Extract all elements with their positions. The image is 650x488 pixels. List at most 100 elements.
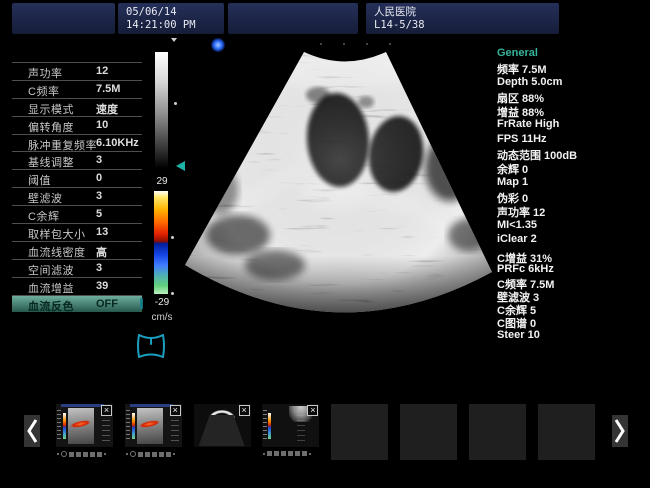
- param-value: 0: [96, 172, 102, 184]
- param-value: 3: [96, 262, 102, 274]
- thumb-colorbar: [63, 413, 66, 439]
- chevron-right-icon: [614, 418, 626, 444]
- graybar-marker-icon: [171, 38, 177, 45]
- thumb-us-area: [137, 408, 163, 444]
- param-row-steer-angle[interactable]: 偏转角度 10: [12, 116, 142, 134]
- hospital-name: 人民医院: [374, 6, 559, 19]
- param-value: 12: [96, 65, 108, 77]
- param-row-threshold[interactable]: 阈值 0: [12, 169, 142, 187]
- focus-marker-icon: [171, 236, 174, 239]
- info-line: MI<1.35: [497, 219, 649, 233]
- param-label: 空间滤波: [28, 262, 74, 278]
- param-row-flow-gain[interactable]: 血流增益 39: [12, 277, 142, 295]
- thumbnail-slot-empty: [400, 404, 457, 460]
- thumb-scale-marks: [57, 410, 61, 442]
- param-row-wall-filter[interactable]: 壁滤波 3: [12, 187, 142, 205]
- param-value: 3: [96, 190, 102, 202]
- param-label: 取样包大小: [28, 226, 86, 242]
- grayscale-bar: [155, 52, 168, 168]
- thumb-text-marks: [297, 410, 305, 444]
- info-line: C余辉 5: [497, 302, 649, 315]
- param-label: 血流反色: [28, 298, 74, 314]
- thumb-scale-marks: [263, 410, 267, 442]
- param-label: 显示模式: [28, 101, 74, 117]
- info-line: 声功率 12: [497, 204, 649, 218]
- probe-orientation-dot-icon: [211, 38, 225, 52]
- info-line: FrRate High: [497, 118, 649, 132]
- param-label: 血流增益: [28, 280, 74, 296]
- ultrasound-app-window: 05/06/14 14:21:00 PM 人民医院 L14-5/38 声功率 1…: [0, 0, 650, 488]
- info-line: 壁滤波 3: [497, 289, 649, 302]
- info-line: C频率 7.5M: [497, 276, 649, 289]
- thumbnail-caption-marks: [263, 451, 311, 456]
- info-line: C图谱 0: [497, 315, 649, 328]
- param-label: C频率: [28, 83, 59, 99]
- date-text: 05/06/14: [126, 6, 224, 19]
- topbar-hospital-box: 人民医院 L14-5/38: [366, 3, 559, 34]
- param-row-spatial-filter[interactable]: 空间滤波 3: [12, 259, 142, 277]
- info-line: iClear 2: [497, 233, 649, 247]
- param-row-c-frequency[interactable]: C频率 7.5M: [12, 80, 142, 98]
- thumb-colorbar: [132, 413, 135, 439]
- param-value: 3: [96, 154, 102, 166]
- param-row-baseline[interactable]: 基线调整 3: [12, 151, 142, 169]
- param-row-prf[interactable]: 脉冲重复频率 6.10KHz: [12, 134, 142, 152]
- thumbnails-next-button[interactable]: [612, 415, 628, 447]
- info-line: Depth 5.0cm: [497, 76, 649, 90]
- color-doppler-bar: [154, 191, 168, 294]
- velocity-max-label: 29: [148, 176, 176, 187]
- param-row-display-mode[interactable]: 显示模式 速度: [12, 98, 142, 116]
- param-label: 壁滤波: [28, 190, 63, 206]
- param-value: 速度: [96, 101, 118, 117]
- topbar-exam-box: [228, 3, 358, 34]
- image-info-panel: General 频率 7.5M Depth 5.0cm 扇区 88% 增益 88…: [497, 47, 649, 247]
- thumbnail-doppler-1[interactable]: ×: [56, 404, 113, 460]
- thumbnail-close-button[interactable]: ×: [239, 405, 250, 416]
- thumb-colorbar: [268, 413, 271, 439]
- body-mark-icon[interactable]: [135, 326, 167, 373]
- focus-dot-icon: [366, 43, 368, 45]
- topbar-patient-box: [12, 3, 115, 34]
- info-line: PRFc 6kHz: [497, 263, 649, 276]
- param-label: 血流线密度: [28, 244, 86, 260]
- thumbnail-bmode-dark[interactable]: ×: [194, 404, 251, 460]
- velocity-unit-label: cm/s: [148, 312, 176, 323]
- param-value: 13: [96, 226, 108, 238]
- thumbnail-partial[interactable]: ×: [262, 404, 319, 460]
- topbar-datetime-box: 05/06/14 14:21:00 PM: [118, 3, 224, 34]
- probe-model: L14-5/38: [374, 19, 559, 32]
- param-label: 基线调整: [28, 154, 74, 170]
- param-row-packet-size[interactable]: 取样包大小 13: [12, 223, 142, 241]
- thumb-doppler-flow: [138, 419, 160, 429]
- thumb-scale-marks: [126, 410, 130, 442]
- thumb-dark-sector: [199, 415, 245, 446]
- thumb-titlebar: [130, 404, 173, 407]
- velocity-min-label: -29: [148, 297, 176, 308]
- info-line: 伪彩 0: [497, 190, 649, 204]
- chevron-left-icon: [26, 418, 38, 444]
- thumbnail-close-button[interactable]: ×: [170, 405, 181, 416]
- color-info-panel: C增益 31% PRFc 6kHz C频率 7.5M 壁滤波 3 C余辉 5 C…: [497, 250, 649, 342]
- param-row-c-persistence[interactable]: C余辉 5: [12, 205, 142, 223]
- info-line: Map 1: [497, 176, 649, 190]
- param-value: OFF: [96, 298, 118, 310]
- ultrasound-image[interactable]: [180, 40, 500, 340]
- param-row-line-density[interactable]: 血流线密度 高: [12, 241, 142, 259]
- time-text: 14:21:00 PM: [126, 19, 224, 32]
- thumbnail-slot-empty: [469, 404, 526, 460]
- info-line: 动态范围 100dB: [497, 147, 649, 161]
- param-row-acoustic-power[interactable]: 声功率 12: [12, 62, 142, 80]
- preset-title: General: [497, 47, 649, 61]
- thumb-titlebar: [61, 404, 104, 407]
- info-line: C增益 31%: [497, 250, 649, 263]
- info-line: FPS 11Hz: [497, 133, 649, 147]
- param-label: 偏转角度: [28, 119, 74, 135]
- info-line: Steer 10: [497, 329, 649, 342]
- info-line: 增益 88%: [497, 104, 649, 118]
- param-row-flow-invert-selected[interactable]: 血流反色 OFF: [12, 295, 142, 313]
- thumbnail-close-button[interactable]: ×: [101, 405, 112, 416]
- param-label: C余辉: [28, 208, 59, 224]
- thumbnail-close-button[interactable]: ×: [307, 405, 318, 416]
- thumbnail-doppler-2[interactable]: ×: [125, 404, 182, 460]
- thumbnails-prev-button[interactable]: [24, 415, 40, 447]
